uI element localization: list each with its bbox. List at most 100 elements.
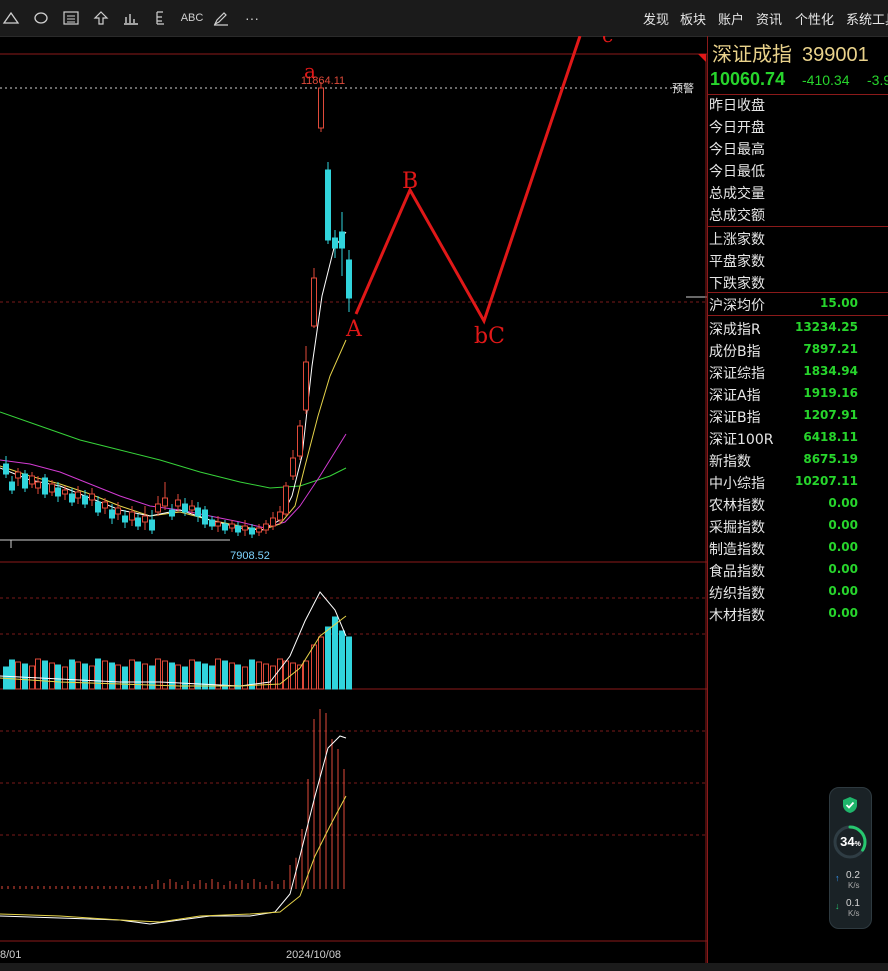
quote-row-value: 6418.11 — [803, 430, 858, 444]
candle-body — [215, 521, 221, 527]
text-tool-icon[interactable] — [152, 9, 170, 27]
candle-body — [297, 425, 303, 457]
quote-row[interactable]: 深证综指 1834.94 — [709, 361, 888, 383]
quote-row[interactable]: 上涨家数 — [709, 227, 888, 249]
abc-text-icon[interactable]: ABC — [180, 9, 204, 27]
quote-row-label: 下跌家数 — [709, 276, 765, 292]
candle-body — [55, 487, 61, 497]
quote-row[interactable]: 纺织指数 0.00 — [709, 581, 888, 603]
quote-row[interactable]: 新指数 8675.19 — [709, 449, 888, 471]
quote-row-label: 今日开盘 — [709, 120, 765, 136]
triangle-draw-icon[interactable] — [2, 9, 20, 27]
volume-bar — [89, 665, 95, 690]
quote-row[interactable]: 成份B指 7897.21 — [709, 339, 888, 361]
quote-row-value: 0.00 — [828, 606, 858, 620]
candle-body — [209, 519, 215, 527]
candle-body — [195, 507, 201, 517]
quote-row-label: 木材指数 — [709, 608, 765, 624]
kline-chart[interactable]: aABbCc11864.117908.52预警8/012024/10/08 — [0, 36, 707, 963]
menu-personalize[interactable]: 个性化 — [795, 9, 834, 28]
low-price-label: 7908.52 — [230, 550, 270, 562]
candle-body — [35, 481, 41, 489]
quote-row-label: 成份B指 — [709, 344, 761, 360]
volume-bar — [283, 660, 289, 690]
candle-body — [75, 491, 81, 499]
network-speed-widget[interactable]: 34% ↑ 0.2 K/s ↓ 0.1 K/s — [829, 787, 872, 929]
quote-row[interactable]: 食品指数 0.00 — [709, 559, 888, 581]
quote-row[interactable]: 总成交量 — [709, 181, 888, 203]
candle-body — [283, 485, 289, 515]
quote-row[interactable]: 木材指数 0.00 — [709, 603, 888, 625]
quote-row-label: 平盘家数 — [709, 254, 765, 270]
candle-body — [202, 509, 208, 525]
index-title: 深证成指 399001 — [712, 44, 869, 66]
quote-row[interactable]: 平盘家数 — [709, 249, 888, 271]
quote-row[interactable]: 沪深均价 15.00 — [709, 293, 888, 315]
menu-account[interactable]: 账户 — [718, 9, 744, 28]
x-axis-label: 8/01 — [0, 949, 21, 961]
candle-body — [318, 87, 324, 129]
menu-sectors[interactable]: 板块 — [680, 9, 706, 28]
download-arrow-icon: ↓ — [835, 901, 840, 911]
candle-body — [155, 503, 161, 513]
quote-row[interactable]: 深证B指 1207.91 — [709, 405, 888, 427]
quote-row[interactable]: 昨日收盘 — [709, 93, 888, 115]
quote-row[interactable]: 下跌家数 — [709, 271, 888, 293]
candle-body — [332, 237, 338, 249]
quote-row-label: 采掘指数 — [709, 520, 765, 536]
quote-row-value: 10207.11 — [794, 474, 858, 488]
arrow-up-icon[interactable] — [92, 9, 110, 27]
candle-body — [49, 483, 55, 493]
indicator-line — [0, 735, 347, 925]
candle-body — [62, 489, 68, 495]
pen-tool-icon[interactable] — [212, 9, 230, 27]
volume-bar — [62, 666, 68, 690]
quote-row[interactable]: 今日最高 — [709, 137, 888, 159]
volume-bar — [346, 636, 352, 690]
candle-body — [303, 361, 309, 411]
quote-row[interactable]: 今日开盘 — [709, 115, 888, 137]
candle-body — [115, 507, 121, 515]
quote-row[interactable]: 深成指R 13234.25 — [709, 317, 888, 339]
candle-body — [69, 493, 75, 503]
quote-row[interactable]: 采掘指数 0.00 — [709, 515, 888, 537]
status-strip — [0, 963, 888, 971]
volume-bar — [22, 663, 28, 690]
menu-news[interactable]: 资讯 — [756, 9, 782, 28]
volume-bar — [325, 626, 331, 690]
rect-list-icon[interactable] — [62, 9, 80, 27]
candle-body — [15, 471, 21, 479]
candle-body — [82, 495, 88, 505]
quote-row[interactable]: 深证100R 6418.11 — [709, 427, 888, 449]
volume-bar — [202, 663, 208, 690]
wave-label-B: B — [402, 169, 418, 194]
quote-row-label: 食品指数 — [709, 564, 765, 580]
bar-chart-icon[interactable] — [122, 9, 140, 27]
quote-row[interactable]: 深证A指 1919.16 — [709, 383, 888, 405]
quote-row-label: 沪深均价 — [709, 298, 765, 314]
quote-row-label: 总成交额 — [709, 208, 765, 224]
candle-body — [311, 277, 317, 327]
quote-row-label: 深证B指 — [709, 410, 761, 426]
candle-body — [109, 509, 115, 519]
quote-row-label: 深证综指 — [709, 366, 765, 382]
ellipse-draw-icon[interactable] — [32, 9, 50, 27]
quote-row[interactable]: 制造指数 0.00 — [709, 537, 888, 559]
volume-bar — [109, 662, 115, 690]
ma-line-green — [0, 411, 347, 489]
candle-body — [339, 231, 345, 249]
quote-row[interactable]: 今日最低 — [709, 159, 888, 181]
more-icon[interactable]: ··· — [242, 9, 262, 27]
quote-row-label: 纺织指数 — [709, 586, 765, 602]
candle-body — [95, 501, 101, 513]
volume-bar — [102, 660, 108, 690]
volume-bar — [311, 644, 317, 690]
quote-row[interactable]: 总成交额 — [709, 203, 888, 225]
quote-row[interactable]: 中小综指 10207.11 — [709, 471, 888, 493]
quote-row[interactable]: 农林指数 0.00 — [709, 493, 888, 515]
volume-bar — [332, 616, 338, 690]
menu-discover[interactable]: 发现 — [643, 9, 669, 28]
menu-system-tools[interactable]: 系统工具 — [846, 9, 888, 28]
volume-bar — [162, 660, 168, 690]
indicator-line — [0, 795, 347, 923]
